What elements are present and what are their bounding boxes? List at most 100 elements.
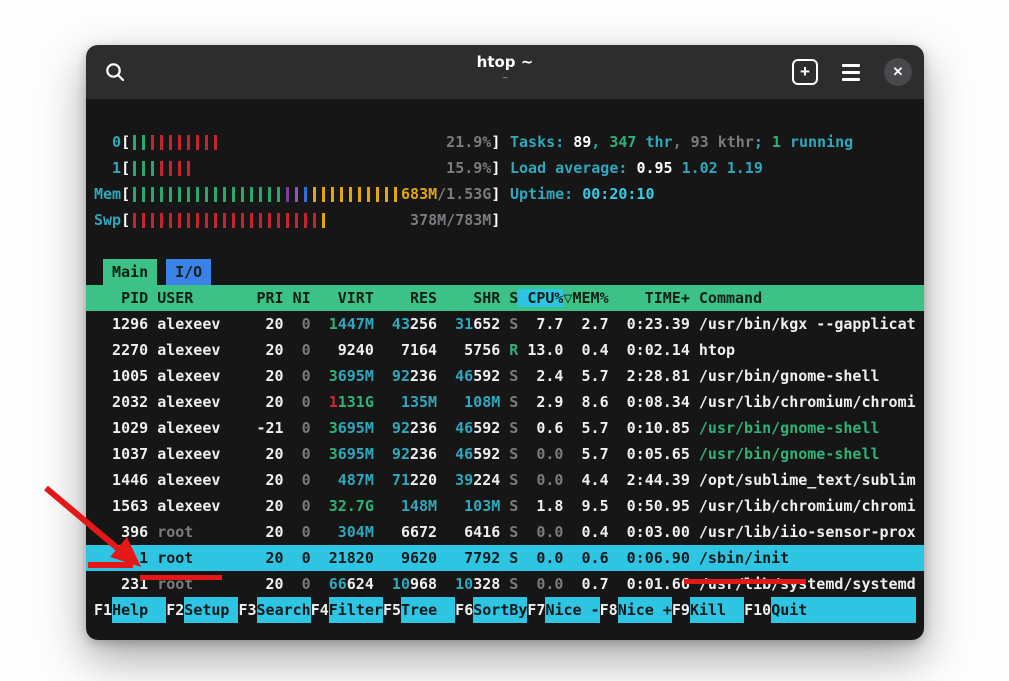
- process-row[interactable]: 2270alexeev200924071645756R13.00.40:02.1…: [86, 337, 924, 363]
- search-button[interactable]: [98, 55, 132, 89]
- meter-bar-red: [283, 213, 292, 228]
- text-segment: S: [509, 289, 518, 307]
- text-segment: 46: [455, 367, 473, 385]
- cell-ni: 0: [284, 393, 311, 411]
- fkey-kill[interactable]: F9Kill: [672, 597, 744, 623]
- cell-virt: 3695M: [311, 445, 374, 463]
- text-segment: ,: [673, 133, 691, 151]
- cell-mem: 5.7: [563, 367, 608, 385]
- fkey-quit[interactable]: F10Quit: [744, 597, 916, 623]
- process-row[interactable]: 1037alexeev2003695M9223646592S0.05.70:05…: [86, 441, 924, 467]
- cell-ni: 0: [284, 497, 311, 515]
- text-segment: 1: [772, 133, 781, 151]
- column-header-mem[interactable]: ▽MEM%: [563, 289, 608, 307]
- cell-s: S: [500, 419, 518, 437]
- fkey-search[interactable]: F3Search: [238, 597, 310, 623]
- meter-bar-red: [247, 213, 256, 228]
- cell-s: S: [500, 367, 518, 385]
- column-header-virt[interactable]: VIRT: [311, 289, 374, 307]
- fkey-help[interactable]: F1Help: [94, 597, 166, 623]
- cell-cpu: 0.0: [518, 471, 563, 489]
- text-segment: 0.0: [536, 523, 563, 541]
- cell-pri: 20: [247, 367, 283, 385]
- meter-bar-green: [220, 187, 229, 202]
- meter-bars: [130, 187, 400, 202]
- fkey-sortby[interactable]: F6SortBy: [455, 597, 527, 623]
- column-header-s[interactable]: S: [500, 289, 518, 307]
- fkey-setup[interactable]: F2Setup: [166, 597, 238, 623]
- text-segment: 8.6: [582, 393, 609, 411]
- cell-time: 2:44.39: [609, 471, 690, 489]
- cell-time: 0:03.00: [609, 523, 690, 541]
- meter-bar-red: [211, 213, 220, 228]
- column-header-ni[interactable]: NI: [284, 289, 311, 307]
- cell-s: S: [500, 575, 518, 593]
- cell-shr: 46592: [437, 419, 500, 437]
- column-header-res[interactable]: RES: [374, 289, 437, 307]
- fkey-nice-[interactable]: F7Nice -: [527, 597, 599, 623]
- meter-bar-red: [139, 213, 148, 228]
- close-button[interactable]: ✕: [884, 58, 912, 86]
- process-row[interactable]: 231root200666241096810328S0.00.70:01.66/…: [86, 571, 924, 597]
- process-row[interactable]: 396root200304M66726416S0.00.40:03.00/usr…: [86, 519, 924, 545]
- process-row[interactable]: 1446alexeev200487M7122039224S0.04.42:44.…: [86, 467, 924, 493]
- meter-bracket: [: [121, 185, 130, 203]
- cell-s: S: [500, 497, 518, 515]
- info-line-0: Tasks: 89, 347 thr, 93 kthr; 1 running: [510, 129, 853, 155]
- meter-bar-yellow: [346, 187, 355, 202]
- fkey-filter[interactable]: F4Filter: [311, 597, 383, 623]
- meter-label: Swp: [94, 211, 121, 229]
- text-segment: 13.0: [527, 341, 563, 359]
- process-row[interactable]: 1005alexeev2003695M9223646592S2.45.72:28…: [86, 363, 924, 389]
- cell-mem: 4.4: [563, 471, 608, 489]
- column-header-cpu[interactable]: CPU%: [518, 289, 563, 307]
- column-header-user[interactable]: USER: [157, 289, 247, 307]
- process-row[interactable]: 1029alexeev-2103695M9223646592S0.65.70:1…: [86, 415, 924, 441]
- cell-cpu: 1.8: [518, 497, 563, 515]
- meter-bar-red: [292, 213, 301, 228]
- fkey-label: Nice -: [545, 597, 599, 623]
- meter-bar-yellow: [319, 187, 328, 202]
- text-segment: 652: [473, 315, 500, 333]
- column-header-shr[interactable]: SHR: [437, 289, 500, 307]
- cell-ni: 0: [284, 367, 311, 385]
- text-segment: 0: [302, 341, 311, 359]
- fkey-nice+[interactable]: F8Nice +: [600, 597, 672, 623]
- fkey-tree[interactable]: F5Tree: [383, 597, 455, 623]
- meter-bar-red: [220, 213, 229, 228]
- tab-io[interactable]: I/O: [166, 259, 211, 285]
- column-header-pid[interactable]: PID: [94, 289, 148, 307]
- cell-pid: 231: [94, 575, 148, 593]
- text-segment: 1037: [112, 445, 148, 463]
- cell-res: 10968: [374, 575, 437, 593]
- process-row[interactable]: 1563alexeev20032.7G148M103MS1.89.50:50.9…: [86, 493, 924, 519]
- meter-bar-violet: [292, 187, 301, 202]
- text-segment: 328: [473, 575, 500, 593]
- column-header-cmd[interactable]: Command: [699, 289, 916, 307]
- fkey-label: Quit: [771, 597, 916, 623]
- text-segment: R: [509, 341, 518, 359]
- text-segment: ;: [754, 133, 772, 151]
- text-segment: alexeev: [157, 341, 220, 359]
- menu-button[interactable]: [834, 55, 868, 89]
- text-segment: 0.95: [636, 159, 681, 177]
- cell-s: S: [500, 393, 518, 411]
- process-row[interactable]: 1296alexeev2001447M4325631652S7.72.70:23…: [86, 311, 924, 337]
- process-row[interactable]: 2032alexeev2001131G135M108MS2.98.60:08.3…: [86, 389, 924, 415]
- meter-bracket: [: [121, 133, 130, 151]
- cell-res: 9620: [374, 549, 437, 567]
- text-segment: 5.7: [582, 419, 609, 437]
- meter-bar-red: [202, 135, 211, 150]
- cell-mem: 5.7: [563, 419, 608, 437]
- column-header-pri[interactable]: PRI: [247, 289, 283, 307]
- text-segment: 9620: [401, 549, 437, 567]
- meter-bracket: ]: [491, 185, 500, 203]
- process-row[interactable]: 1root2002182096207792S0.00.60:06.90/sbin…: [86, 545, 924, 571]
- cell-pid: 1296: [94, 315, 148, 333]
- meter-bar-red: [193, 135, 202, 150]
- tab-main[interactable]: Main: [103, 259, 157, 285]
- text-segment: 108M: [464, 393, 500, 411]
- text-segment: 1296: [112, 315, 148, 333]
- new-tab-button[interactable]: +: [792, 59, 818, 85]
- column-header-time[interactable]: TIME+: [609, 289, 690, 307]
